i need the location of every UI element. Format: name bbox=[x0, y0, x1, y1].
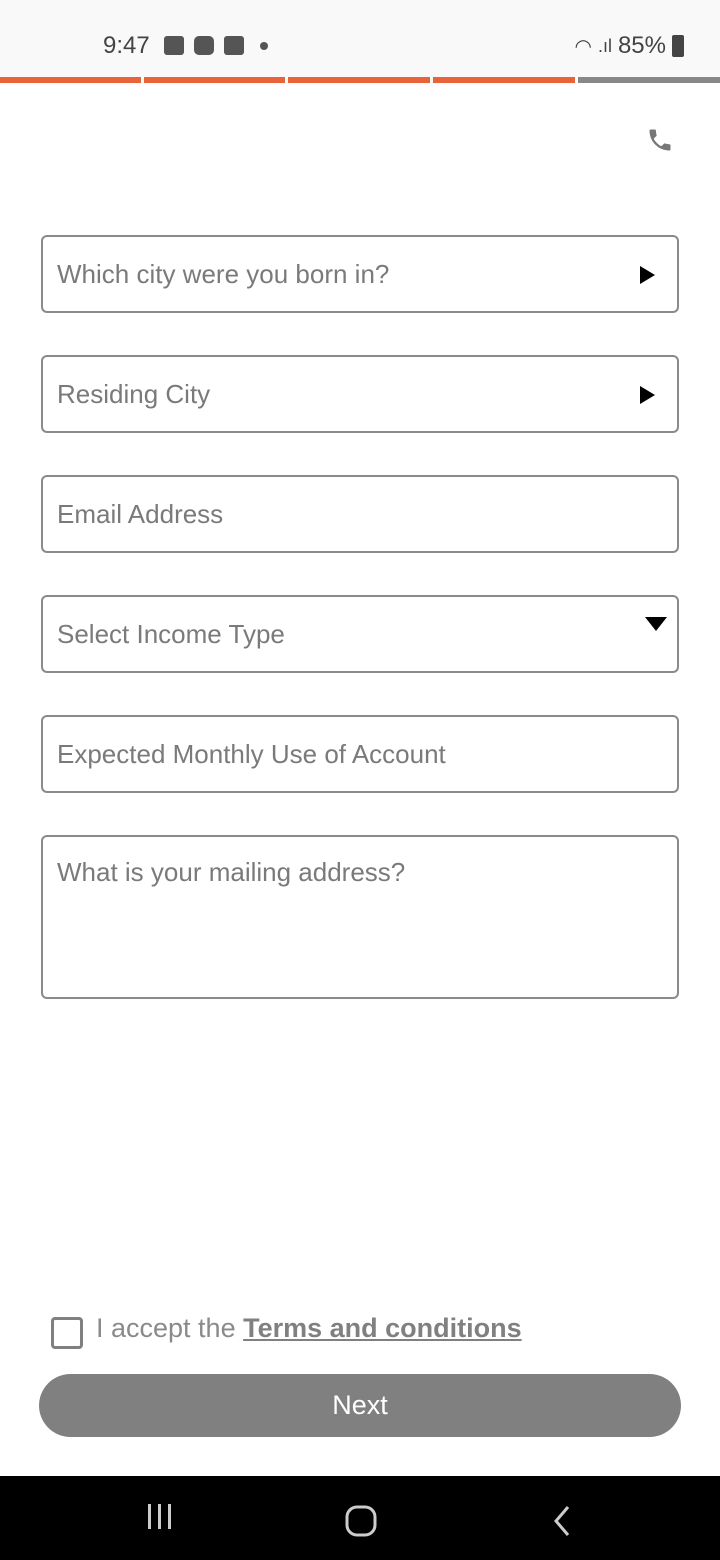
monthly-use-input[interactable]: Expected Monthly Use of Account bbox=[41, 715, 679, 793]
progress-step-2 bbox=[144, 77, 285, 83]
progress-step-5 bbox=[578, 77, 720, 83]
birth-city-select[interactable]: Which city were you born in? bbox=[41, 235, 679, 313]
residing-city-placeholder: Residing City bbox=[57, 378, 211, 409]
home-icon[interactable] bbox=[344, 1504, 378, 1538]
mailing-address-placeholder: What is your mailing address? bbox=[57, 857, 406, 887]
terms-prefix: I accept the bbox=[96, 1313, 244, 1343]
status-time: 9:47 bbox=[103, 32, 150, 59]
recent-apps-icon[interactable] bbox=[146, 1500, 174, 1534]
progress-step-4 bbox=[433, 77, 575, 83]
wifi-icon: ◠ bbox=[574, 35, 592, 58]
income-type-dropdown[interactable]: Select Income Type bbox=[41, 595, 679, 673]
email-input[interactable]: Email Address bbox=[41, 475, 679, 553]
chevron-right-icon bbox=[640, 266, 655, 284]
status-bar: 9:47 ◠ .ıl 85% bbox=[0, 0, 720, 77]
terms-link[interactable]: Terms and conditions bbox=[243, 1313, 522, 1343]
outlook-notification-icon bbox=[224, 36, 244, 55]
monthly-use-placeholder: Expected Monthly Use of Account bbox=[57, 738, 446, 769]
message-notification-icon bbox=[194, 36, 214, 55]
progress-step-1 bbox=[0, 77, 141, 83]
progress-step-3 bbox=[288, 77, 430, 83]
email-placeholder: Email Address bbox=[57, 498, 224, 529]
terms-checkbox[interactable] bbox=[51, 1317, 83, 1349]
chevron-right-icon bbox=[640, 386, 655, 404]
system-nav-bar bbox=[0, 1476, 720, 1560]
battery-percent: 85% bbox=[617, 32, 666, 59]
terms-label: I accept the Terms and conditions bbox=[96, 1313, 522, 1344]
gallery-notification-icon bbox=[164, 36, 184, 55]
residing-city-select[interactable]: Residing City bbox=[41, 355, 679, 433]
battery-icon bbox=[672, 35, 684, 57]
step-progress-bar bbox=[0, 77, 720, 83]
phone-icon[interactable] bbox=[646, 124, 674, 156]
dropdown-arrow-icon bbox=[645, 617, 667, 631]
birth-city-placeholder: Which city were you born in? bbox=[57, 258, 390, 289]
income-type-placeholder: Select Income Type bbox=[57, 618, 285, 649]
signal-icon: .ıl bbox=[597, 35, 612, 56]
mailing-address-textarea[interactable]: What is your mailing address? bbox=[41, 835, 679, 999]
more-notifications-icon bbox=[260, 41, 268, 50]
back-icon[interactable] bbox=[550, 1504, 574, 1538]
next-button[interactable]: Next bbox=[39, 1374, 681, 1437]
